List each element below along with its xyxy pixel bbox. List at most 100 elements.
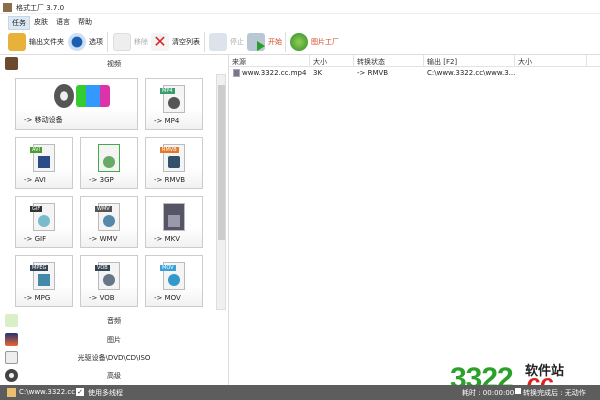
- tile-rmvb[interactable]: RMVB -> RMVB: [145, 137, 203, 189]
- status-bar: C:\www.3322.cc ✓ 使用多线程 耗时 : 00:00:00 转换完…: [0, 385, 600, 400]
- tile-mpg[interactable]: MPEG -> MPG: [15, 255, 73, 307]
- file-tag: RMVB: [160, 147, 179, 153]
- output-path[interactable]: C:\www.3322.cc: [19, 388, 75, 396]
- divider: [285, 32, 286, 52]
- tile-3gp[interactable]: -> 3GP: [80, 137, 138, 189]
- folder-icon: [8, 33, 26, 51]
- video-file-icon: [233, 69, 240, 77]
- toolbar: 输出文件夹 选项 移除 ✕ 清空列表 停止 开始 图片工厂: [0, 28, 600, 55]
- picture-factory-button[interactable]: 图片工厂: [290, 32, 339, 52]
- file-tag: WMV: [95, 206, 112, 212]
- clear-list-label: 清空列表: [172, 38, 200, 46]
- tile-label: -> 移动设备: [24, 116, 63, 124]
- menu-skin[interactable]: 皮肤: [31, 16, 51, 28]
- watermark-site: 软件站: [525, 364, 565, 379]
- category-label: 光驱设备\DVD\CD\ISO: [77, 354, 151, 362]
- file-tag: AVI: [30, 147, 42, 153]
- picture-factory-label: 图片工厂: [311, 38, 339, 46]
- output-folder-button[interactable]: 输出文件夹: [8, 32, 64, 52]
- 3gp-file-icon: [98, 144, 120, 172]
- options-icon: [68, 33, 86, 51]
- vob-file-icon: VOB: [95, 262, 120, 290]
- start-icon: [247, 33, 265, 51]
- menu-bar: 任务 皮肤 语言 帮助: [0, 14, 600, 30]
- column-output-size[interactable]: 大小: [515, 55, 587, 67]
- cell-output: C:\www.3322.cc\www.3...: [427, 69, 516, 77]
- category-label: 视频: [107, 60, 121, 68]
- picture-factory-icon: [290, 33, 308, 51]
- gif-file-icon: GIF: [30, 203, 55, 231]
- tile-label: -> WMV: [89, 235, 118, 243]
- tile-label: -> AVI: [24, 176, 46, 184]
- after-conversion-action[interactable]: 转换完成后 : 无动作: [523, 388, 586, 398]
- mpg-file-icon: MPEG: [30, 262, 55, 290]
- tile-mkv[interactable]: -> MKV: [145, 196, 203, 248]
- divider: [107, 32, 108, 52]
- elapsed-time: 耗时 : 00:00:00: [462, 389, 515, 397]
- column-size[interactable]: 大小: [310, 55, 354, 67]
- file-tag: GIF: [30, 206, 43, 212]
- category-disc[interactable]: 光驱设备\DVD\CD\ISO: [0, 349, 228, 367]
- stop-icon: [209, 33, 227, 51]
- clear-x-icon: ✕: [151, 33, 169, 51]
- tile-avi[interactable]: AVI -> AVI: [15, 137, 73, 189]
- stop-button[interactable]: 停止: [209, 32, 244, 52]
- column-source[interactable]: 来源: [229, 55, 310, 67]
- title-bar: 格式工厂 3.7.0: [0, 0, 600, 14]
- category-audio[interactable]: 音频: [0, 312, 228, 330]
- options-button[interactable]: 选项: [68, 32, 103, 52]
- options-label: 选项: [89, 38, 103, 46]
- mkv-file-icon: [163, 203, 185, 231]
- film-reel-icon: [54, 84, 74, 108]
- phones-icon: [76, 85, 110, 107]
- menu-language[interactable]: 语言: [53, 16, 73, 28]
- tile-label: -> VOB: [89, 294, 115, 302]
- start-button[interactable]: 开始: [247, 32, 282, 52]
- menu-help[interactable]: 帮助: [75, 16, 95, 28]
- stop-label: 停止: [230, 38, 244, 46]
- tile-label: -> GIF: [24, 235, 47, 243]
- category-advanced[interactable]: 高级: [0, 367, 228, 385]
- rmvb-file-icon: RMVB: [160, 144, 185, 172]
- cell-status: -> RMVB: [357, 69, 389, 77]
- table-row[interactable]: www.3322.cc.mp4 3K -> RMVB C:\www.3322.c…: [229, 67, 600, 79]
- remove-button[interactable]: 移除: [113, 32, 148, 52]
- tile-mov[interactable]: MOV -> MOV: [145, 255, 203, 307]
- column-output[interactable]: 输出 [F2]: [424, 55, 515, 67]
- mov-file-icon: MOV: [160, 262, 185, 290]
- file-tag: MP4: [160, 88, 175, 94]
- tile-label: -> MP4: [154, 117, 180, 125]
- tile-gif[interactable]: GIF -> GIF: [15, 196, 73, 248]
- scrollbar-thumb[interactable]: [218, 85, 225, 240]
- category-video[interactable]: 视频: [0, 55, 228, 73]
- document-icon: [113, 33, 131, 51]
- folder-icon[interactable]: [7, 388, 16, 397]
- category-picture[interactable]: 图片: [0, 331, 228, 349]
- tile-label: -> RMVB: [154, 176, 186, 184]
- app-icon: [3, 3, 12, 12]
- conversion-panel: 视频 -> 移动设备 MP4 -> MP4 AVI -> AVI -> 3GP RM…: [0, 55, 229, 385]
- tiles-scrollbar[interactable]: [216, 74, 226, 310]
- avi-file-icon: AVI: [30, 144, 55, 172]
- wmv-file-icon: WMV: [95, 203, 120, 231]
- divider: [204, 32, 205, 52]
- cell-source: www.3322.cc.mp4: [242, 69, 307, 77]
- multithread-checkbox[interactable]: ✓: [76, 388, 84, 396]
- file-tag: MPEG: [30, 265, 49, 271]
- tile-mobile-device[interactable]: -> 移动设备: [15, 78, 138, 130]
- tile-vob[interactable]: VOB -> VOB: [80, 255, 138, 307]
- after-conversion-checkbox[interactable]: [515, 388, 521, 394]
- remove-label: 移除: [134, 38, 148, 46]
- column-status[interactable]: 转换状态: [354, 55, 424, 67]
- multithread-label: 使用多线程: [88, 389, 123, 397]
- task-list: 来源 大小 转换状态 输出 [F2] 大小 www.3322.cc.mp4 3K…: [229, 55, 600, 385]
- category-label: 高级: [107, 372, 121, 380]
- tile-wmv[interactable]: WMV -> WMV: [80, 196, 138, 248]
- tile-mp4[interactable]: MP4 -> MP4: [145, 78, 203, 130]
- output-folder-label: 输出文件夹: [29, 38, 64, 46]
- mp4-file-icon: MP4: [160, 85, 185, 113]
- clear-list-button[interactable]: ✕ 清空列表: [151, 32, 200, 52]
- category-label: 图片: [107, 336, 121, 344]
- cell-size: 3K: [313, 69, 323, 77]
- file-tag: VOB: [95, 265, 110, 271]
